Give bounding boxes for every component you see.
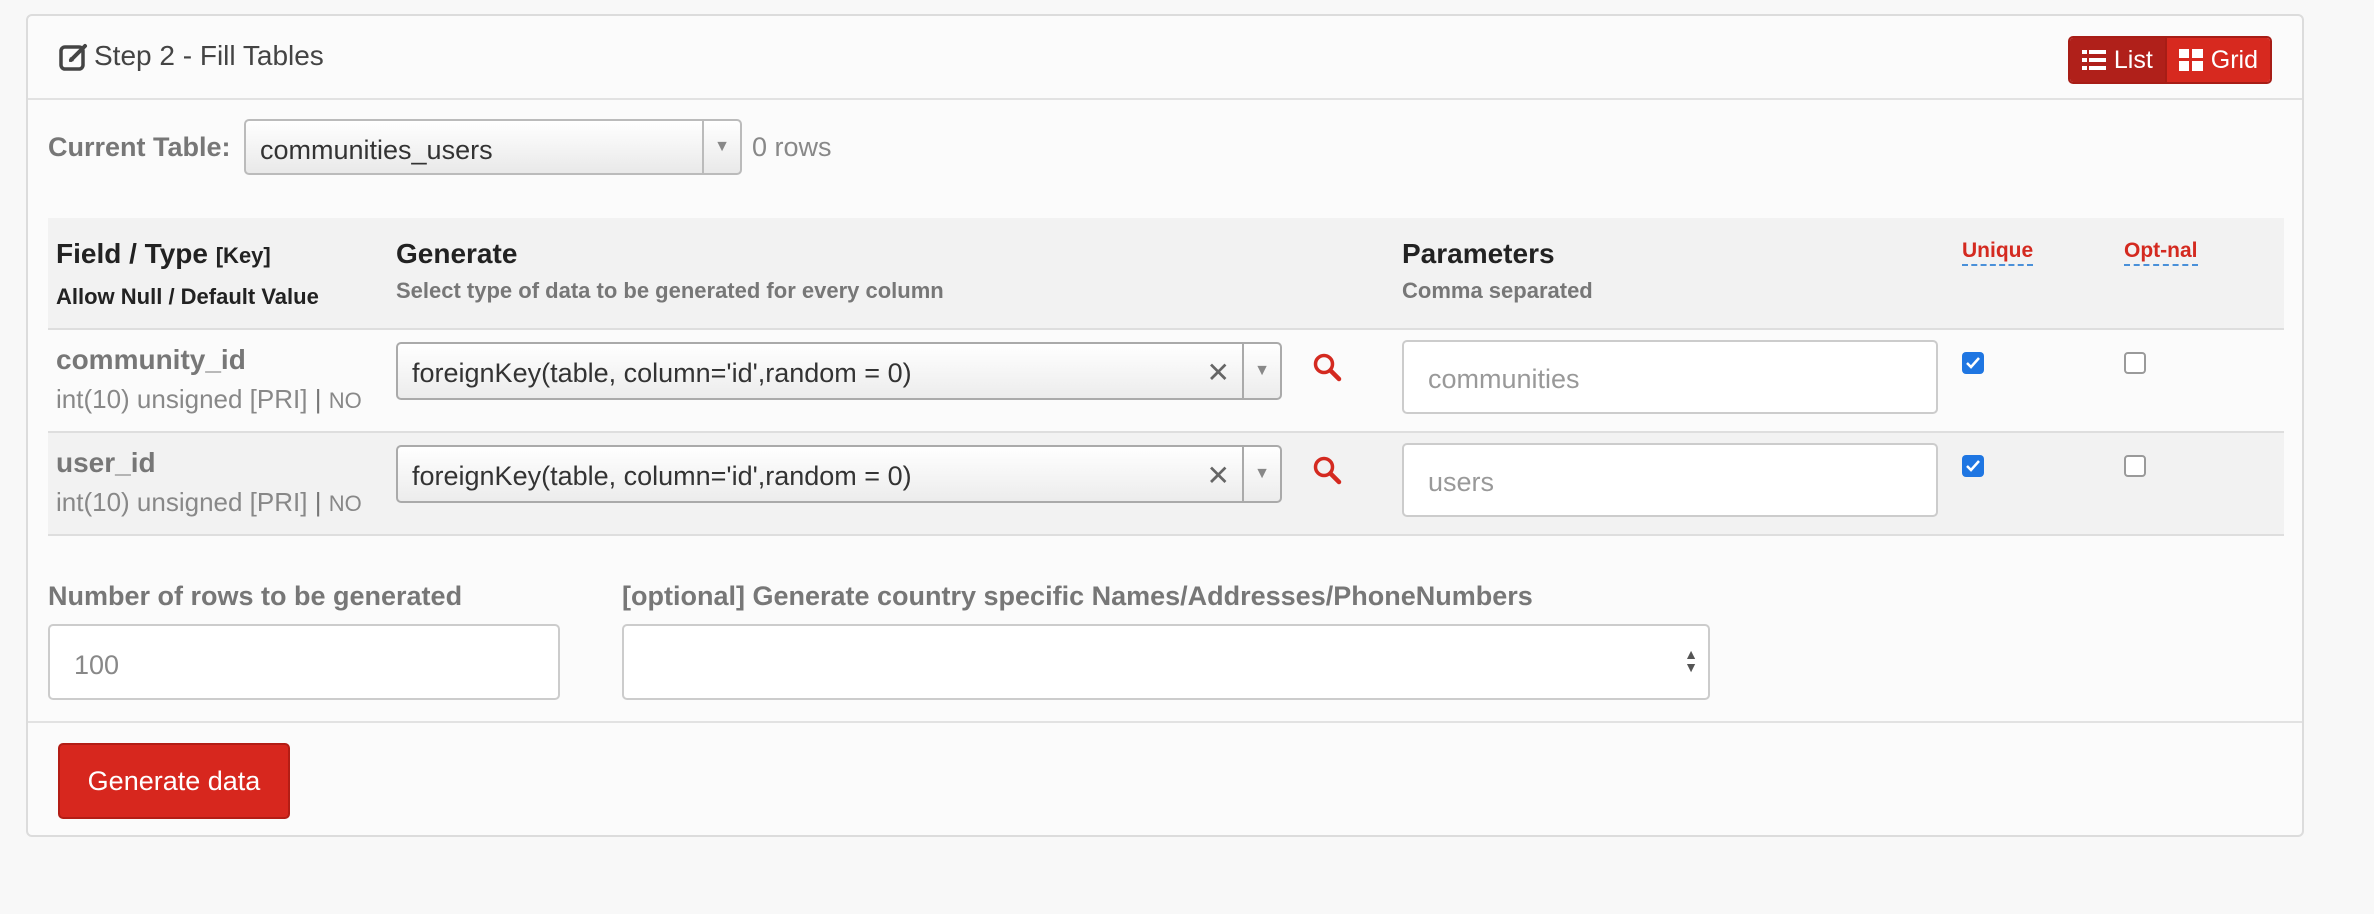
parameters-input[interactable]: users <box>1402 443 1938 517</box>
page-title: Step 2 - Fill Tables <box>94 40 324 71</box>
search-icon[interactable] <box>1312 352 1342 382</box>
current-table-value: communities_users <box>260 135 493 165</box>
generate-header: Generate <box>396 238 518 269</box>
unique-checkbox[interactable] <box>1962 455 1984 477</box>
rows-count-placeholder: 100 <box>74 650 120 680</box>
field-type: int(10) unsigned [PRI] | NO <box>56 384 362 415</box>
table-row: user_id int(10) unsigned [PRI] | NO fore… <box>48 433 2284 536</box>
optional-header[interactable]: Opt-nal <box>2124 238 2198 266</box>
parameters-value: communities <box>1428 364 1580 394</box>
generator-select[interactable]: foreignKey(table, column='id',random = 0… <box>396 445 1282 503</box>
panel-header: Step 2 - Fill Tables List Grid <box>28 16 2302 100</box>
parameters-subheader: Comma separated <box>1402 278 1593 303</box>
generate-data-button[interactable]: Generate data <box>58 743 290 819</box>
row-count: 0 rows <box>752 132 832 162</box>
rows-count-label: Number of rows to be generated <box>48 581 463 611</box>
list-icon <box>2081 50 2106 70</box>
key-header-text: [Key] <box>215 243 271 268</box>
generator-value: foreignKey(table, column='id',random = 0… <box>412 461 912 491</box>
search-icon[interactable] <box>1312 455 1342 485</box>
view-toggle: List Grid <box>2067 36 2272 84</box>
current-table-select[interactable]: communities_users ▼ <box>244 119 742 175</box>
grid-view-button[interactable]: Grid <box>2164 38 2270 82</box>
field-type-header: Field / Type [Key] <box>56 238 271 270</box>
field-name: user_id <box>56 447 156 478</box>
edit-icon <box>59 44 87 71</box>
field-type-text: int(10) unsigned [PRI] <box>56 487 308 517</box>
allow-null-header: Allow Null / Default Value <box>56 284 319 309</box>
chevron-down-icon: ▼ <box>1242 344 1280 398</box>
generator-value: foreignKey(table, column='id',random = 0… <box>412 358 912 388</box>
parameters-header: Parameters <box>1402 238 1555 269</box>
table-header: Field / Type [Key] Allow Null / Default … <box>48 218 2284 330</box>
parameters-value: users <box>1428 467 1495 497</box>
optional-checkbox[interactable] <box>2124 352 2146 374</box>
field-name: community_id <box>56 344 246 375</box>
rows-count-input[interactable]: 100 <box>48 624 560 700</box>
field-null: NO <box>328 491 362 516</box>
field-separator: | <box>314 384 322 414</box>
grid-view-label: Grid <box>2210 45 2258 74</box>
checkmark-icon <box>1966 357 1980 369</box>
sort-arrows-icon: ▲ ▼ <box>1684 646 1698 675</box>
field-separator: | <box>314 487 322 517</box>
optional-checkbox[interactable] <box>2124 455 2146 477</box>
field-null: NO <box>328 388 362 413</box>
panel-footer: Generate data <box>28 721 2302 835</box>
list-view-label: List <box>2113 45 2153 74</box>
chevron-down-icon: ▼ <box>702 121 740 173</box>
checkmark-icon <box>1966 460 1980 472</box>
unique-checkbox[interactable] <box>1962 352 1984 374</box>
current-table-label: Current Table: <box>48 132 231 162</box>
clear-icon[interactable]: ✕ <box>1207 459 1230 492</box>
clear-icon[interactable]: ✕ <box>1207 356 1230 389</box>
grid-icon <box>2178 49 2203 71</box>
generate-subheader: Select type of data to be generated for … <box>396 278 944 303</box>
chevron-down-icon: ▼ <box>1242 447 1280 501</box>
field-type-text: int(10) unsigned [PRI] <box>56 384 308 414</box>
fill-tables-panel: Step 2 - Fill Tables List Grid Current T… <box>26 14 2304 837</box>
parameters-input[interactable]: communities <box>1402 340 1938 414</box>
country-label: [optional] Generate country specific Nam… <box>622 581 1533 611</box>
list-view-button[interactable]: List <box>2069 38 2165 82</box>
unique-header[interactable]: Unique <box>1962 238 2034 266</box>
generator-select[interactable]: foreignKey(table, column='id',random = 0… <box>396 342 1282 400</box>
table-row: community_id int(10) unsigned [PRI] | NO… <box>48 330 2284 433</box>
country-select[interactable]: ▲ ▼ <box>622 624 1710 700</box>
fields-table: Field / Type [Key] Allow Null / Default … <box>48 218 2284 536</box>
field-type-header-text: Field / Type <box>56 238 208 269</box>
field-type: int(10) unsigned [PRI] | NO <box>56 487 362 518</box>
